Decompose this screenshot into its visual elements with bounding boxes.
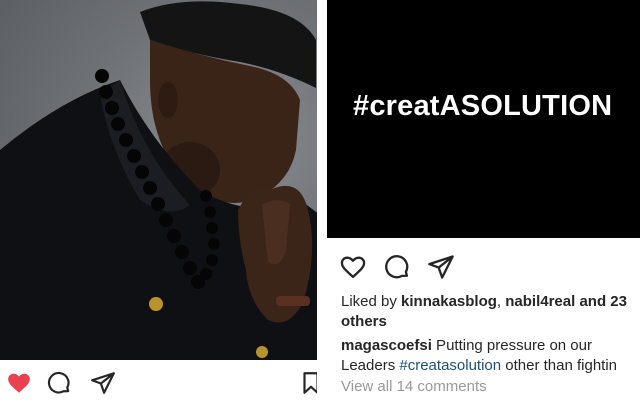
left-post: [0, 0, 327, 400]
post-image[interactable]: #creatASOLUTION: [327, 0, 640, 238]
post-photo[interactable]: [0, 0, 327, 360]
paper-plane-icon[interactable]: [427, 253, 455, 281]
caption-text-2-suffix: other than fightin: [501, 357, 618, 374]
likes-middle: and 23: [575, 293, 627, 310]
caption-hashtag-link[interactable]: #creatasolution: [399, 357, 501, 374]
right-post-actions: [327, 250, 640, 284]
person-photo-illustration: [0, 1, 327, 360]
likes-separator: ,: [496, 293, 506, 310]
likes-prefix: Liked by: [341, 293, 402, 310]
image-hashtag-text: #creatASOLUTION: [353, 90, 613, 122]
caption-username[interactable]: magascoefsi: [341, 337, 432, 354]
paper-plane-icon[interactable]: [90, 370, 116, 396]
comment-icon[interactable]: [46, 370, 72, 396]
left-post-actions: [0, 360, 327, 400]
liked-by-user-2[interactable]: nabil4real: [505, 293, 575, 310]
likes-others[interactable]: others: [341, 313, 387, 330]
heart-outline-icon[interactable]: [339, 253, 367, 281]
caption-text-2-prefix: Leaders: [341, 357, 400, 374]
right-post: #creatASOLUTION Liked by kinnakasblog, n…: [327, 0, 640, 400]
view-all-comments-link[interactable]: View all 14 comments: [341, 378, 487, 395]
caption-text-1: Putting pressure on our: [431, 337, 592, 354]
post-caption: magascoefsi Putting pressure on our Lead…: [341, 336, 640, 376]
likes-summary[interactable]: Liked by kinnakasblog, nabil4real and 23…: [341, 292, 640, 332]
comment-icon[interactable]: [383, 253, 411, 281]
panel-divider: [317, 0, 327, 400]
liked-by-user-1[interactable]: kinnakasblog: [401, 293, 497, 310]
heart-filled-icon[interactable]: [6, 370, 32, 396]
